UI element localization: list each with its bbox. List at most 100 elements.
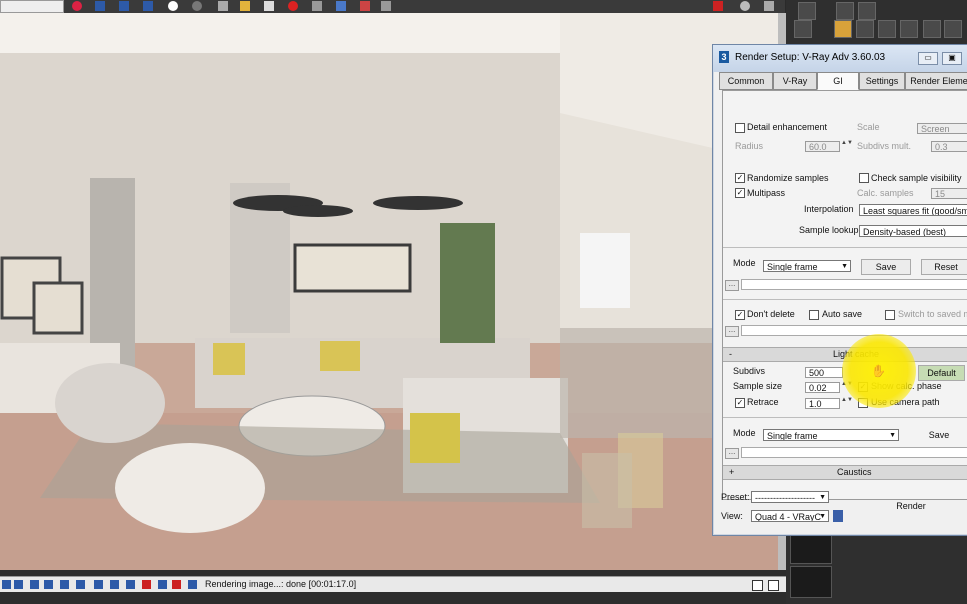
viewport-close-icon[interactable] xyxy=(713,1,723,11)
light-cache-file-field[interactable] xyxy=(741,447,967,458)
maximize-icon[interactable]: ▣ xyxy=(942,52,962,65)
scale-label: Scale xyxy=(857,122,880,132)
scale-dropdown[interactable]: Screen xyxy=(917,123,967,134)
spinner-arrows-icon[interactable]: ▲▼ xyxy=(841,397,853,409)
tools-icon[interactable] xyxy=(312,1,322,11)
viewport-settings-icon[interactable] xyxy=(740,1,750,11)
default-button[interactable]: Default xyxy=(918,365,965,381)
status-icon[interactable] xyxy=(188,580,197,589)
irradiance-reset-button[interactable]: Reset xyxy=(921,259,967,275)
chevron-down-icon: ▼ xyxy=(889,432,896,439)
check-visibility-checkbox[interactable] xyxy=(859,173,869,183)
view-dropdown[interactable]: Quad 4 - VRayC ▼ xyxy=(751,510,829,522)
minimize-icon[interactable]: ▭ xyxy=(918,52,938,65)
close-red-icon[interactable] xyxy=(288,1,298,11)
panel-tab-icon[interactable] xyxy=(794,20,812,38)
status-icon[interactable] xyxy=(14,580,23,589)
document-icon[interactable] xyxy=(264,1,274,11)
material-editor-icon[interactable] xyxy=(143,1,153,11)
browse-button[interactable]: … xyxy=(725,280,739,291)
tab-gi[interactable]: GI xyxy=(817,72,859,90)
status-icon[interactable] xyxy=(60,580,69,589)
folder-icon[interactable] xyxy=(240,1,250,11)
status-icon[interactable] xyxy=(126,580,135,589)
caustics-rollout-header[interactable]: + Caustics xyxy=(723,465,967,480)
render-status-bar: Rendering image...: done [00:01:17.0] xyxy=(0,576,786,592)
switch-saved-checkbox[interactable] xyxy=(885,310,895,320)
panel-tab-icon[interactable] xyxy=(798,2,816,20)
sample-size-label: Sample size xyxy=(733,381,783,391)
camera-create-icon[interactable] xyxy=(856,20,874,38)
subdivs-spinner[interactable]: 500 xyxy=(805,367,843,378)
helper-create-icon[interactable] xyxy=(878,20,896,38)
randomize-samples-checkbox[interactable]: ✓ xyxy=(735,173,745,183)
systems-create-icon[interactable] xyxy=(923,20,941,38)
tab-render-elements[interactable]: Render Eleme xyxy=(905,72,967,90)
tab-vray[interactable]: V-Ray xyxy=(773,72,817,90)
multipass-checkbox[interactable]: ✓ xyxy=(735,188,745,198)
retrace-spinner[interactable]: 1.0 xyxy=(805,398,840,409)
panel-tab-icon[interactable] xyxy=(858,2,876,20)
status-icon[interactable] xyxy=(158,580,167,589)
status-icon[interactable] xyxy=(94,580,103,589)
spacewarp-create-icon[interactable] xyxy=(900,20,918,38)
close-icon[interactable] xyxy=(768,580,779,591)
tools-create-icon[interactable] xyxy=(944,20,962,38)
preset-dropdown[interactable]: -------------------- ▼ xyxy=(751,491,829,503)
light-cache-mode-dropdown[interactable]: Single frame ▼ xyxy=(763,429,899,441)
interpolation-dropdown[interactable]: Least squares fit (good/sm xyxy=(859,204,967,216)
status-icon[interactable] xyxy=(2,580,11,589)
view-value: Quad 4 - VRayC xyxy=(755,512,822,522)
status-icon[interactable] xyxy=(172,580,181,589)
lock-view-icon[interactable] xyxy=(833,510,843,522)
browse-button[interactable]: … xyxy=(725,448,739,459)
camera-icon[interactable] xyxy=(218,1,228,11)
panel-tab-icon[interactable] xyxy=(836,2,854,20)
settings-icon[interactable] xyxy=(381,1,391,11)
maximize-icon[interactable] xyxy=(764,1,774,11)
restore-icon[interactable] xyxy=(752,580,763,591)
sphere-icon[interactable] xyxy=(168,1,178,11)
toolbar-dropdown[interactable] xyxy=(0,0,64,13)
tab-common[interactable]: Common xyxy=(719,72,773,90)
browse-button[interactable]: … xyxy=(725,326,739,337)
subdivs-mult-spinner[interactable]: 0.3 xyxy=(931,141,967,152)
status-icon[interactable] xyxy=(110,580,119,589)
render-sphere-icon[interactable] xyxy=(192,1,202,11)
calc-samples-spinner[interactable]: 15 xyxy=(931,188,967,199)
status-icon[interactable] xyxy=(44,580,53,589)
autosave-file-field[interactable] xyxy=(741,325,967,336)
light-cache-save-button[interactable]: Save xyxy=(913,428,965,442)
dont-delete-checkbox[interactable]: ✓ xyxy=(735,310,745,320)
radius-spinner[interactable]: 60.0 xyxy=(805,141,840,152)
light-create-icon[interactable] xyxy=(834,20,852,38)
h-icon[interactable] xyxy=(142,580,151,589)
material-slot[interactable] xyxy=(790,534,832,564)
sample-size-spinner[interactable]: 0.02 xyxy=(805,382,840,393)
status-icon[interactable] xyxy=(76,580,85,589)
preset-value: -------------------- xyxy=(755,493,815,503)
render-setup-icon[interactable] xyxy=(119,1,129,11)
teapot-icon[interactable] xyxy=(72,1,82,11)
detail-enhancement-label: Detail enhancement xyxy=(747,122,828,132)
irradiance-file-field[interactable] xyxy=(741,279,967,290)
retrace-checkbox[interactable]: ✓ xyxy=(735,398,745,408)
spinner-arrows-icon[interactable]: ▲▼ xyxy=(841,140,853,152)
tab-settings[interactable]: Settings xyxy=(859,72,905,90)
irradiance-save-button[interactable]: Save xyxy=(861,259,911,275)
status-icon[interactable] xyxy=(30,580,39,589)
irradiance-mode-dropdown[interactable]: Single frame ▼ xyxy=(763,260,851,272)
material-slot[interactable] xyxy=(790,566,832,598)
gi-settings-panel: Detail enhancement Scale Screen Radius 6… xyxy=(722,90,967,500)
dialog-titlebar[interactable]: 3 Render Setup: V-Ray Adv 3.60.03 ▭ ▣ xyxy=(713,45,967,72)
viewport-render[interactable] xyxy=(0,13,778,570)
sample-lookup-dropdown[interactable]: Density-based (best) xyxy=(859,225,967,237)
render-button[interactable]: Render xyxy=(853,499,967,515)
light-icon[interactable] xyxy=(360,1,370,11)
chevron-down-icon: ▼ xyxy=(819,494,826,501)
render-frame-icon[interactable] xyxy=(95,1,105,11)
light-cache-mode-label: Mode xyxy=(733,428,756,438)
grid-icon[interactable] xyxy=(336,1,346,11)
detail-enhancement-checkbox[interactable] xyxy=(735,123,745,133)
auto-save-checkbox[interactable] xyxy=(809,310,819,320)
